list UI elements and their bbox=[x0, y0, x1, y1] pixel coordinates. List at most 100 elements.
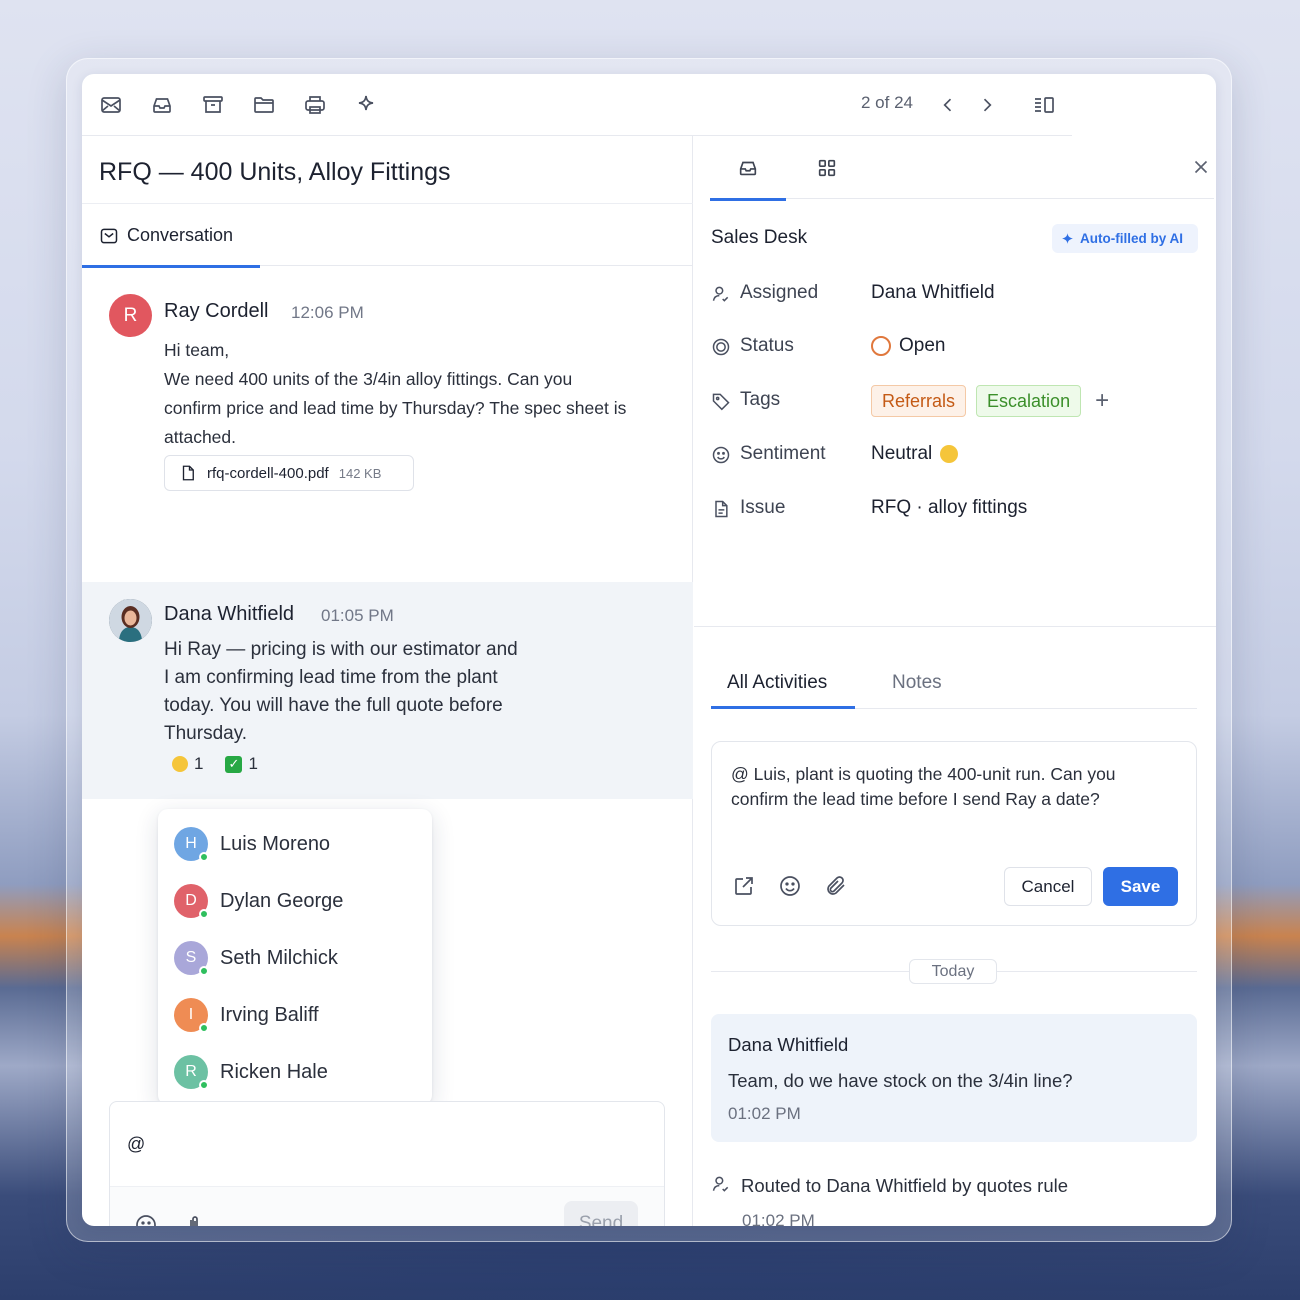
reaction-grinning[interactable]: 1 bbox=[172, 754, 203, 774]
cancel-button[interactable]: Cancel bbox=[1004, 867, 1092, 906]
mention-name: Dylan George bbox=[220, 889, 344, 912]
assignee-value[interactable]: Dana Whitfield bbox=[871, 282, 995, 304]
property-status: Status Open bbox=[711, 331, 1201, 363]
chevron-left-icon[interactable] bbox=[934, 91, 962, 119]
online-dot-icon bbox=[199, 966, 209, 976]
mention-option[interactable]: H Luis Moreno bbox=[174, 824, 424, 864]
tab-all-activities[interactable]: All Activities bbox=[727, 672, 827, 694]
mention-option[interactable]: S Seth Milchick bbox=[174, 938, 424, 978]
sparkle-icon[interactable] bbox=[352, 91, 380, 119]
plus-icon[interactable]: + bbox=[1095, 387, 1109, 415]
property-issue: Issue RFQ · alloy fittings bbox=[711, 493, 1201, 525]
avatar-initial: R bbox=[123, 304, 138, 326]
paperclip-icon[interactable] bbox=[182, 1213, 206, 1226]
sentiment-value[interactable]: Neutral bbox=[871, 443, 959, 465]
mention-name: Luis Moreno bbox=[220, 832, 331, 855]
mention-dropdown: H Luis Moreno D Dylan George S Seth Milc… bbox=[158, 809, 432, 1105]
property-tags: Tags Referrals Escalation + bbox=[711, 385, 1201, 417]
save-button[interactable]: Save bbox=[1103, 867, 1178, 906]
tag-chip[interactable]: Escalation bbox=[976, 385, 1082, 417]
avatar bbox=[109, 599, 152, 642]
avatar-initial: R bbox=[185, 1063, 197, 1080]
avatar-initial: H bbox=[185, 835, 197, 852]
folder-icon[interactable] bbox=[250, 91, 278, 119]
avatar: S bbox=[174, 941, 209, 976]
property-label: Issue bbox=[740, 497, 786, 518]
emoji-icon[interactable] bbox=[134, 1213, 158, 1226]
dana-avatar-icon bbox=[109, 599, 152, 642]
note-text[interactable]: @ Luis, plant is quoting the 400-unit ru… bbox=[731, 762, 1171, 812]
message-line: today. You will have the full quote befo… bbox=[164, 695, 503, 716]
activity-tabs: All Activities Notes bbox=[711, 656, 1197, 709]
tab-notes[interactable]: Notes bbox=[892, 672, 942, 694]
routing-text: Routed to Dana Whitfield by quotes rule bbox=[741, 1175, 1069, 1196]
property-label: Assigned bbox=[740, 282, 819, 303]
section-title: Sales Desk bbox=[711, 227, 808, 248]
property-label: Status bbox=[740, 335, 794, 356]
mention-option[interactable]: R Ricken Hale bbox=[174, 1052, 424, 1092]
send-button[interactable]: Send bbox=[564, 1201, 638, 1226]
message-line: We need 400 units of the 3/4in alloy fit… bbox=[164, 369, 573, 389]
attachment-chip[interactable]: rfq-cordell-400.pdf 142 KB bbox=[164, 455, 414, 491]
mail-icon[interactable] bbox=[97, 91, 125, 119]
message-author: Ray Cordell bbox=[164, 300, 269, 322]
page-title: RFQ — 400 Units, Alloy Fittings bbox=[99, 158, 451, 186]
mention-name: Seth Milchick bbox=[220, 946, 338, 969]
mention-option[interactable]: D Dylan George bbox=[174, 881, 424, 921]
status-text: Open bbox=[899, 335, 946, 356]
conversation-tabbar: Conversation bbox=[82, 203, 693, 268]
panel-toggle-icon[interactable] bbox=[1030, 91, 1058, 119]
file-icon bbox=[179, 463, 197, 483]
inbox-icon[interactable] bbox=[148, 91, 176, 119]
inbox-icon bbox=[739, 161, 757, 176]
avatar-initial: S bbox=[185, 949, 197, 966]
details-sidebar: Sales Desk Auto-filled by AI Assigned Da… bbox=[694, 136, 1216, 1226]
mention-name: Ricken Hale bbox=[220, 1060, 328, 1083]
message-author: Dana Whitfield bbox=[164, 603, 295, 625]
tab-conversation[interactable]: Conversation bbox=[82, 204, 260, 268]
avatar: I bbox=[174, 998, 209, 1033]
archive-icon[interactable] bbox=[199, 91, 227, 119]
composer-footer: Send bbox=[110, 1186, 664, 1226]
tab-conversation-label: Conversation bbox=[127, 225, 234, 245]
status-circle-icon bbox=[711, 337, 731, 357]
neutral-face-icon bbox=[940, 445, 959, 463]
tab-apps[interactable] bbox=[813, 154, 841, 182]
online-dot-icon bbox=[199, 1080, 209, 1090]
message-item: Dana Whitfield 01:05 PM Hi Ray — pricing… bbox=[82, 582, 693, 799]
online-dot-icon bbox=[199, 852, 209, 862]
avatar: R bbox=[174, 1055, 209, 1090]
close-icon[interactable] bbox=[1190, 156, 1214, 180]
property-label: Tags bbox=[740, 389, 781, 410]
mention-option[interactable]: I Irving Baliff bbox=[174, 995, 424, 1035]
message-time: 12:06 PM bbox=[291, 303, 364, 322]
message-item: R Ray Cordell 12:06 PM Hi team, We need … bbox=[82, 266, 693, 566]
reaction-check[interactable]: ✓ 1 bbox=[225, 754, 258, 774]
tab-inbox[interactable] bbox=[710, 154, 786, 201]
message-line: Hi Ray — pricing is with our estimator a… bbox=[164, 639, 518, 660]
sentiment-text: Neutral bbox=[871, 443, 933, 464]
attachment-name: rfq-cordell-400.pdf bbox=[207, 464, 329, 482]
check-mark-icon: ✓ bbox=[225, 755, 243, 773]
message-line: Thursday. bbox=[164, 723, 248, 744]
online-dot-icon bbox=[199, 1023, 209, 1033]
ai-badge-label: Auto-filled by AI bbox=[1080, 231, 1183, 246]
reactions: 1 ✓ 1 bbox=[172, 754, 258, 774]
mention-name: Irving Baliff bbox=[220, 1003, 319, 1026]
print-icon[interactable] bbox=[301, 91, 329, 119]
status-value[interactable]: Open bbox=[871, 335, 945, 357]
tag-chip[interactable]: Referrals bbox=[871, 385, 967, 417]
composer-input[interactable] bbox=[110, 1102, 664, 1186]
property-label: Sentiment bbox=[740, 443, 826, 464]
activity-time: 01:02 PM bbox=[728, 1104, 801, 1123]
routing-time: 01:02 PM bbox=[742, 1211, 815, 1226]
section-divider bbox=[694, 626, 1216, 627]
paperclip-icon[interactable] bbox=[824, 874, 848, 898]
avatar: D bbox=[174, 884, 209, 919]
issue-value[interactable]: RFQ · alloy fittings bbox=[871, 497, 1027, 519]
avatar: R bbox=[109, 294, 152, 337]
chevron-right-icon[interactable] bbox=[973, 91, 1001, 119]
external-link-icon[interactable] bbox=[732, 874, 756, 898]
emoji-icon[interactable] bbox=[778, 874, 802, 898]
active-tab-underline bbox=[711, 706, 855, 709]
